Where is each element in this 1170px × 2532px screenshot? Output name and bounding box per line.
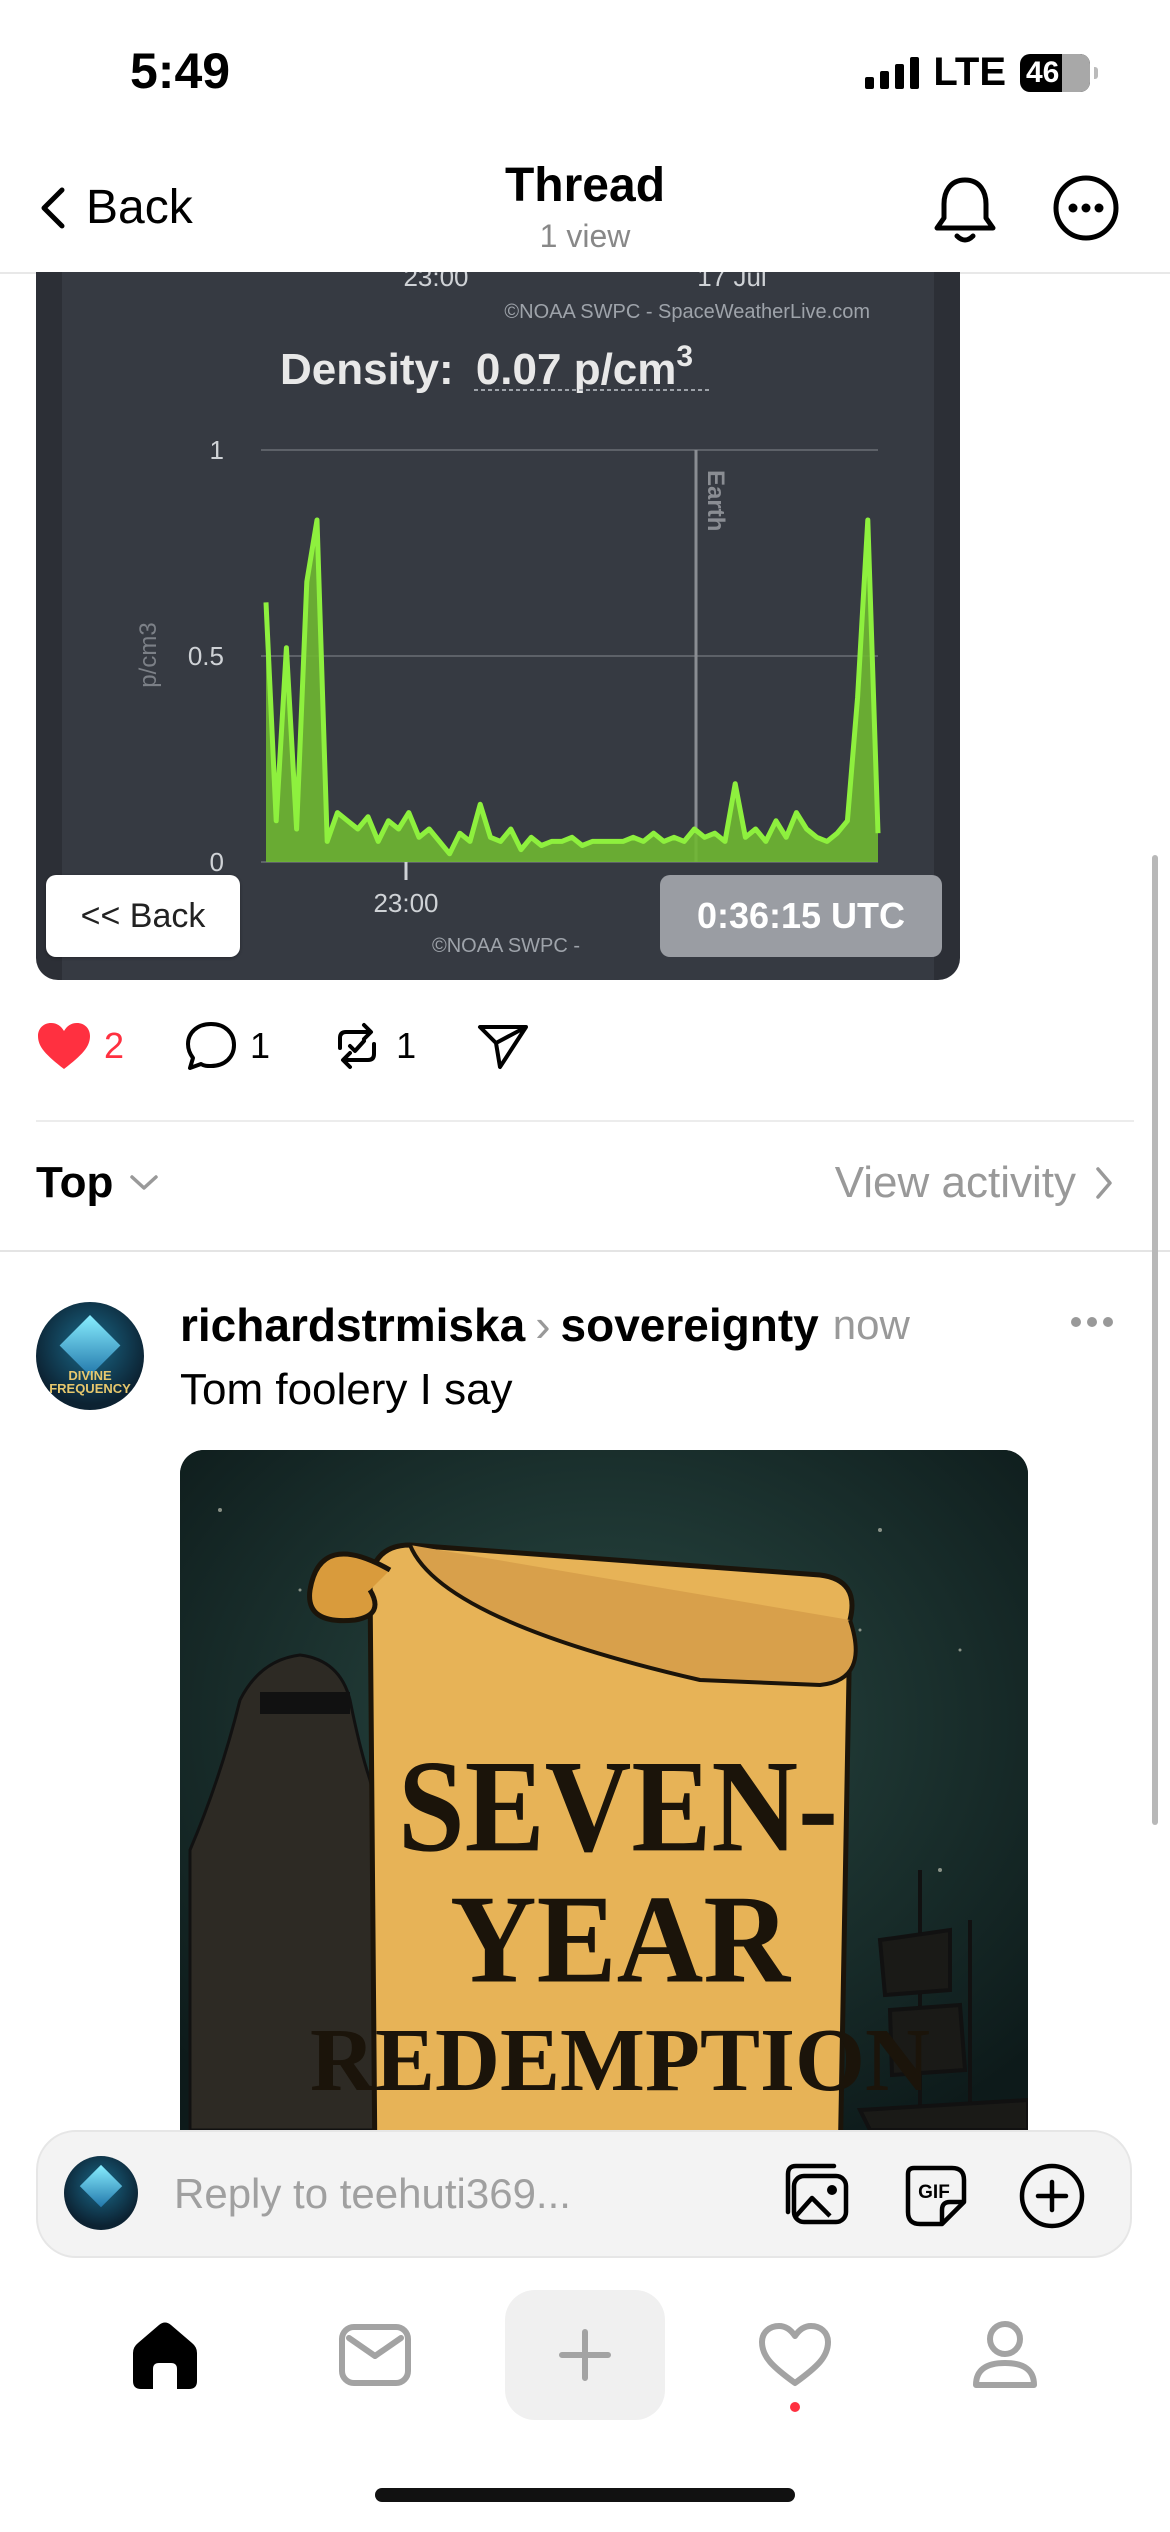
chart-image-card[interactable]: 23:00 17 Jul ©NOAA SWPC - SpaceWeatherLi… [36,272,960,980]
tab-activity[interactable] [715,2290,875,2420]
home-indicator [375,2488,795,2502]
divider [36,1120,1134,1122]
tab-profile[interactable] [925,2290,1085,2420]
like-button[interactable]: 2 [36,1021,124,1071]
view-activity-link[interactable]: View activity [835,1158,1114,1208]
mail-icon [339,2324,411,2386]
density-title-prefix: Density: [280,345,454,394]
topic-link[interactable]: sovereignty [561,1298,819,1352]
profile-icon [973,2321,1037,2388]
plus-circle-icon [1019,2163,1085,2229]
sort-dropdown[interactable]: Top [36,1158,159,1208]
post-actions: 2 1 1 [36,1020,590,1072]
svg-text:GIF: GIF [918,2182,950,2203]
image-title-line1: SEVEN- [398,1734,838,1879]
credit-bottom: ©NOAA SWPC - [432,935,580,957]
density-value: 0.07 p/cm [476,345,677,394]
avatar-logo-text: DIVINE FREQUENCY [49,1367,131,1396]
density-chart: 23:00 17 Jul ©NOAA SWPC - SpaceWeatherLi… [135,272,881,957]
home-icon [133,2322,197,2389]
photo-button[interactable] [784,2160,854,2235]
y-ticks: 00.51 [188,435,224,877]
notification-dot [790,2402,800,2412]
credit-top: ©NOAA SWPC - SpaceWeatherLive.com [504,301,870,323]
post-more-button[interactable] [1070,1290,1114,1340]
scrollbar[interactable] [1152,855,1158,1825]
tab-create[interactable] [505,2290,665,2420]
top-time-label: 23:00 [403,272,468,292]
chevron-down-icon [130,1175,159,1190]
more-options-button[interactable] [1052,174,1120,247]
battery-level: 46 [1026,55,1060,89]
x-tick-label: 23:00 [373,888,438,918]
username-link[interactable]: richardstrmiska [180,1298,525,1352]
comment-button[interactable]: 1 [184,1020,270,1072]
view-activity-label: View activity [834,1158,1076,1207]
photo-icon [785,2163,849,2225]
ellipsis-circle-icon [1053,175,1119,241]
comment-count: 1 [250,1025,271,1066]
chevron-right-icon [1096,1167,1112,1199]
send-icon [478,1025,529,1069]
gif-button[interactable]: GIF [902,2162,970,2235]
comment-icon [186,1022,237,1070]
sort-label: Top [36,1158,114,1207]
chart-grid [261,449,878,863]
utc-time-label: 0:36:15 UTC [660,875,942,957]
divider [0,1250,1170,1252]
bell-button[interactable] [930,172,1000,253]
status-indicators: LTE 46 [865,50,1098,95]
post-byline: richardstrmiska › sovereignty now [180,1298,910,1352]
plus-icon [559,2329,611,2381]
earth-label: Earth [702,470,729,531]
reply-input[interactable]: Reply to teehuti369... [174,2170,571,2218]
heart-filled-icon [38,1023,90,1069]
image-title-line2: YEAR [450,1869,791,2009]
y-tick-label: 1 [210,435,224,465]
tab-inbox[interactable] [295,2290,455,2420]
density-area [266,520,878,862]
gif-icon: GIF [905,2165,967,2227]
avatar[interactable]: DIVINE FREQUENCY [36,1302,144,1410]
repost-count: 1 [396,1025,417,1066]
chevron-right-icon: › [535,1299,551,1351]
diamond-icon [59,1314,121,1376]
heart-icon [759,2323,831,2386]
y-tick-label: 0 [210,847,224,877]
top-date-label: 17 Jul [697,272,766,292]
image-title-line3: REDEMPTION [310,2011,930,2110]
bell-icon [934,177,996,243]
repost-button[interactable]: 1 [330,1020,416,1072]
reply-avatar [64,2156,138,2230]
scroll-illustration: SEVEN- YEAR REDEMPTION [180,1450,1028,2130]
like-count: 2 [104,1025,125,1066]
add-button[interactable] [1018,2162,1086,2235]
tab-home[interactable] [85,2290,245,2420]
battery-icon: 46 [1020,53,1098,92]
network-type: LTE [933,50,1006,94]
ellipsis-icon [1071,1317,1113,1327]
post-text: Tom foolery I say [180,1365,513,1414]
density-exponent: 3 [676,340,693,373]
status-time: 5:49 [130,43,231,99]
diamond-icon [80,2164,122,2207]
repost-icon [338,1023,377,1069]
density-line [263,517,881,857]
post-time: now [832,1301,910,1348]
reply-composer[interactable]: Reply to teehuti369... GIF [36,2130,1132,2258]
bottom-tab-bar [0,2290,1170,2430]
post-image[interactable]: SEVEN- YEAR REDEMPTION [180,1450,1028,2130]
y-tick-label: 0.5 [188,641,224,671]
blindfold [260,1692,350,1714]
thread-header: Back Thread 1 view [0,150,1170,274]
y-axis-label: p/cm3 [135,622,162,687]
chart-back-button[interactable]: << Back [46,875,240,957]
share-button[interactable] [476,1021,530,1071]
signal-icon [865,56,920,89]
density-title: Density: 0.07 p/cm3 [280,340,693,394]
